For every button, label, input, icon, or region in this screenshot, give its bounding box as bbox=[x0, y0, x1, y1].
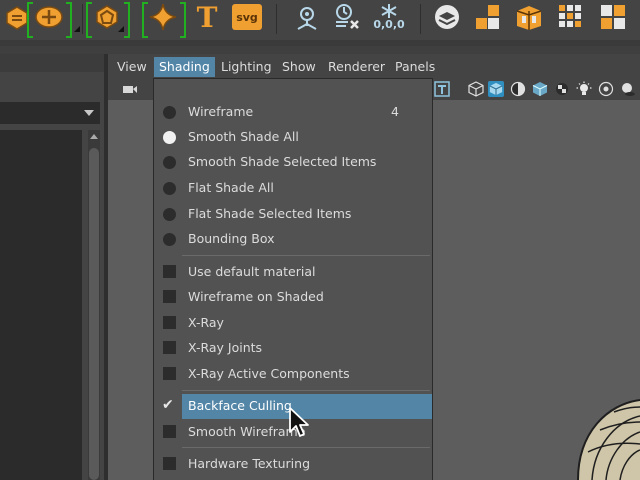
menu-item-shortcut: 4 bbox=[391, 104, 399, 119]
checkmark-icon: ✔ bbox=[162, 397, 174, 413]
panel-header-strip bbox=[0, 46, 640, 54]
left-panel-scrollbar[interactable] bbox=[88, 130, 100, 480]
textured-cube-icon[interactable] bbox=[532, 81, 548, 97]
text-tool-icon[interactable]: T bbox=[190, 0, 224, 34]
svg-tool-label: svg bbox=[236, 10, 258, 24]
viewport-menubar: View Shading Lighting Show Renderer Pane… bbox=[108, 54, 640, 78]
menu-item-x-ray-joints[interactable]: X-Ray Joints bbox=[154, 336, 432, 361]
checkbox-unchecked-icon bbox=[163, 290, 176, 303]
options-corner-icon bbox=[118, 26, 124, 32]
radio-checked-icon bbox=[163, 131, 176, 144]
chevron-down-icon bbox=[84, 110, 94, 116]
selection-bracket-right bbox=[180, 2, 186, 38]
backface-culling-check: ✔ bbox=[154, 394, 182, 419]
left-panel-list[interactable] bbox=[0, 130, 82, 480]
menu-panels[interactable]: Panels bbox=[390, 57, 440, 77]
menu-item-label: Smooth Shade All bbox=[188, 129, 299, 144]
checkbox-unchecked-icon bbox=[163, 425, 176, 438]
menu-item-label: Backface Culling bbox=[188, 398, 292, 413]
hud-text-icon[interactable] bbox=[434, 81, 450, 97]
default-material-icon[interactable] bbox=[510, 81, 526, 97]
options-corner-icon bbox=[74, 26, 80, 32]
box-bundle-icon[interactable] bbox=[512, 0, 546, 34]
grid-checker-icon[interactable] bbox=[554, 0, 588, 34]
checkbox-unchecked-icon bbox=[163, 367, 176, 380]
pivot-blocks-icon[interactable] bbox=[472, 0, 506, 34]
shelf-separator bbox=[420, 4, 421, 34]
menu-item-label: X-Ray Joints bbox=[188, 340, 263, 355]
menu-item-wireframe-on-shaded[interactable]: Wireframe on Shaded bbox=[154, 285, 432, 310]
menu-view[interactable]: View bbox=[112, 57, 152, 77]
radio-unchecked-icon bbox=[163, 233, 176, 246]
menu-item-use-default-material[interactable]: Use default material bbox=[154, 260, 432, 285]
radio-unchecked-icon bbox=[163, 182, 176, 195]
layers-toggle-icon[interactable] bbox=[430, 0, 464, 34]
shadows-icon[interactable] bbox=[620, 81, 636, 97]
smooth-shade-cube-icon[interactable] bbox=[488, 81, 504, 97]
shelf-toolbar: T svg 0,0,0 bbox=[0, 0, 640, 40]
menu-item-label: Wireframe bbox=[188, 104, 254, 119]
svg-tool-icon[interactable]: svg bbox=[230, 0, 264, 34]
menu-separator bbox=[182, 447, 430, 448]
star-sparkle-tool-icon[interactable] bbox=[146, 0, 180, 34]
selection-bracket-right bbox=[124, 2, 130, 38]
camera-icon[interactable] bbox=[122, 81, 138, 97]
scrollbar-thumb[interactable] bbox=[89, 148, 99, 480]
menu-item-label: X-Ray bbox=[188, 315, 224, 330]
menu-shading[interactable]: Shading bbox=[154, 57, 215, 77]
menu-item-flat-shade-all[interactable]: Flat Shade All bbox=[154, 176, 432, 201]
menu-item-label: Bounding Box bbox=[188, 231, 275, 246]
freeze-transform-label: 0,0,0 bbox=[373, 18, 405, 31]
checkbox-unchecked-icon bbox=[163, 265, 176, 278]
checkbox-unchecked-icon bbox=[163, 341, 176, 354]
cube-grid-icon[interactable] bbox=[596, 0, 630, 34]
mouse-cursor-icon bbox=[289, 407, 309, 437]
checker-icon[interactable] bbox=[554, 81, 570, 97]
left-panel-dropdown[interactable] bbox=[0, 102, 100, 124]
left-panel-header bbox=[0, 54, 104, 72]
lights-toggle-icon[interactable] bbox=[598, 81, 614, 97]
shelf-separator bbox=[276, 4, 277, 34]
selection-bracket-right bbox=[66, 2, 72, 38]
menu-separator bbox=[182, 390, 430, 391]
freeze-transform-icon[interactable]: 0,0,0 bbox=[372, 0, 406, 34]
menu-renderer[interactable]: Renderer bbox=[323, 57, 390, 77]
shelf-separator bbox=[82, 4, 83, 34]
sphere-object[interactable] bbox=[548, 392, 640, 480]
menu-item-hardware-texturing[interactable]: Hardware Texturing bbox=[154, 452, 432, 477]
menu-item-label: Hardware Texturing bbox=[188, 456, 310, 471]
clear-history-icon[interactable] bbox=[330, 0, 364, 34]
menu-item-label: Flat Shade All bbox=[188, 180, 274, 195]
light-bulb-icon[interactable] bbox=[576, 81, 592, 97]
menu-separator bbox=[182, 255, 430, 256]
menu-item-label: Flat Shade Selected Items bbox=[188, 206, 352, 221]
menu-item-flat-shade-selected[interactable]: Flat Shade Selected Items bbox=[154, 202, 432, 227]
checkbox-unchecked-icon bbox=[163, 316, 176, 329]
radio-unchecked-icon bbox=[163, 208, 176, 221]
menu-item-label: Wireframe on Shaded bbox=[188, 289, 324, 304]
menu-item-bounding-box[interactable]: Bounding Box bbox=[154, 227, 432, 252]
menu-item-smooth-shade-selected[interactable]: Smooth Shade Selected Items bbox=[154, 150, 432, 175]
menu-item-label: Use default material bbox=[188, 264, 316, 279]
scroll-up-arrow-icon[interactable] bbox=[90, 134, 98, 139]
menu-item-x-ray[interactable]: X-Ray bbox=[154, 311, 432, 336]
checkbox-unchecked-icon bbox=[163, 457, 176, 470]
menu-item-x-ray-active-components[interactable]: X-Ray Active Components bbox=[154, 362, 432, 387]
eye-shape-tool-icon[interactable] bbox=[32, 0, 66, 34]
left-side-panel bbox=[0, 54, 104, 480]
wireframe-cube-icon[interactable] bbox=[468, 81, 484, 97]
locator-tool-icon[interactable] bbox=[290, 0, 324, 34]
menu-show[interactable]: Show bbox=[277, 57, 321, 77]
menu-item-wireframe[interactable]: Wireframe 4 bbox=[154, 100, 432, 125]
menu-lighting[interactable]: Lighting bbox=[216, 57, 277, 77]
menu-item-label: Smooth Shade Selected Items bbox=[188, 154, 377, 169]
radio-unchecked-icon bbox=[163, 156, 176, 169]
radio-unchecked-icon bbox=[163, 106, 176, 119]
menu-item-label: X-Ray Active Components bbox=[188, 366, 350, 381]
text-tool-label: T bbox=[196, 0, 218, 34]
menu-item-smooth-shade-all[interactable]: Smooth Shade All bbox=[154, 125, 432, 150]
